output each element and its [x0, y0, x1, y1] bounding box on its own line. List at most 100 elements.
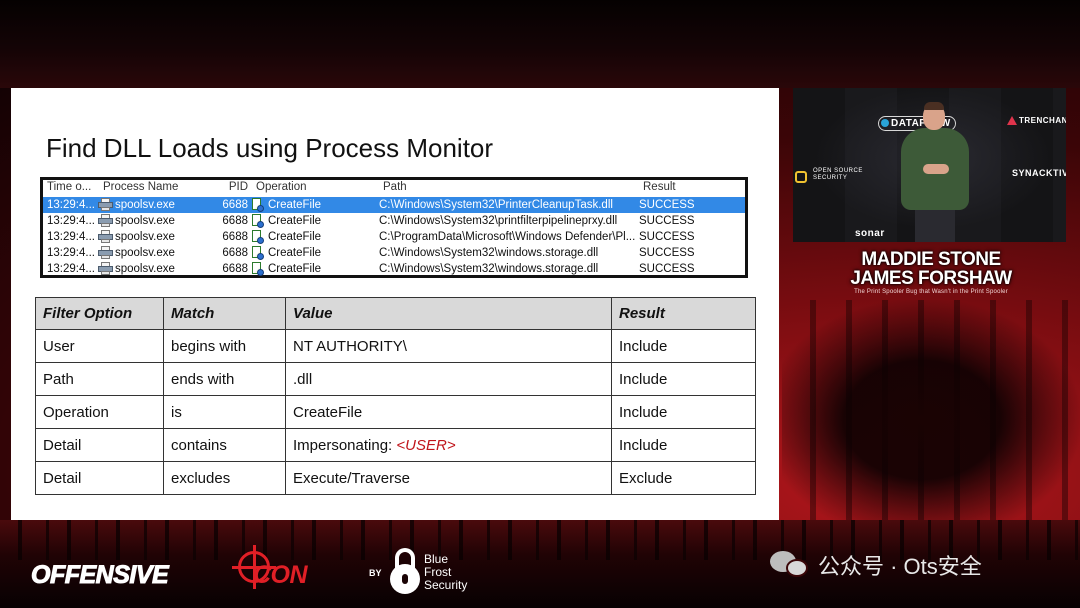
filter-value-text: .dll — [293, 370, 313, 388]
filter-value-cell: NT AUTHORITY\ — [285, 329, 612, 363]
filter-option-cell: Operation — [35, 395, 164, 429]
sponsor-logo-open-source-security: OPEN SOURCE SECURITY — [795, 168, 873, 183]
path-cell: C:\Windows\System32\windows.storage.dll — [379, 263, 599, 275]
printer-icon — [98, 246, 115, 260]
filter-result-cell: Include — [611, 329, 756, 363]
procmon-row[interactable]: 13:29:4... spoolsv.exe 6688 CreateFile C… — [43, 213, 745, 229]
wechat-icon — [770, 551, 810, 579]
col-header-process-name[interactable]: Process Name — [103, 181, 203, 193]
file-system-icon — [251, 198, 266, 212]
table-row: Detail excludes Execute/Traverse Exclude — [35, 461, 756, 495]
procmon-row[interactable]: 13:29:4... spoolsv.exe 6688 CreateFile C… — [43, 197, 745, 213]
by-label: BY — [369, 568, 382, 578]
filter-result-cell: Include — [611, 362, 756, 396]
process-name-cell: spoolsv.exe — [115, 263, 175, 275]
printer-icon — [98, 230, 115, 244]
logo-word-offensive: OFFENSIVE — [30, 561, 169, 590]
result-cell: SUCCESS — [639, 231, 695, 243]
printer-icon — [98, 262, 115, 276]
pid-cell: 6688 — [222, 263, 248, 275]
process-name-cell: spoolsv.exe — [115, 247, 175, 259]
user-placeholder-tag: <USER> — [396, 436, 456, 454]
path-cell: C:\Windows\System32\windows.storage.dll — [379, 247, 599, 259]
filter-value-cell: CreateFile — [285, 395, 612, 429]
filter-value-text: Execute/Traverse — [293, 469, 410, 487]
process-name-cell: spoolsv.exe — [115, 215, 175, 227]
pid-cell: 6688 — [222, 199, 248, 211]
background-figure-shadow — [782, 300, 1080, 525]
col-header-operation[interactable]: Operation — [256, 181, 346, 193]
time-cell: 13:29:4... — [47, 231, 95, 243]
pid-cell: 6688 — [222, 215, 248, 227]
printer-icon — [98, 214, 115, 228]
time-cell: 13:29:4... — [47, 263, 95, 275]
padlock-icon — [388, 548, 424, 598]
watermark-text: 公众号 · Ots安全 — [818, 554, 982, 579]
filter-value-cell: Impersonating: <USER> — [285, 428, 612, 462]
speaker-name: JAMES FORSHAW — [850, 268, 1012, 289]
file-system-icon — [251, 214, 266, 228]
filter-header-match: Match — [163, 297, 286, 330]
talk-title: The Print Spooler Bug that Wasn't in the… — [854, 289, 1008, 295]
filter-header-option: Filter Option — [35, 297, 164, 330]
speaker-names: MADDIE STONE JAMES FORSHAW The Print Spo… — [793, 250, 1069, 295]
filter-option-cell: Path — [35, 362, 164, 396]
filter-value-text: CreateFile — [293, 403, 363, 421]
filter-option-cell: Detail — [35, 461, 164, 495]
time-cell: 13:29:4... — [47, 215, 95, 227]
col-header-time[interactable]: Time o... — [47, 181, 97, 193]
path-cell: C:\Windows\System32\printfilterpipelinep… — [379, 215, 618, 227]
procmon-row[interactable]: 13:29:4... spoolsv.exe 6688 CreateFile C… — [43, 229, 745, 245]
path-cell: C:\Windows\System32\PrinterCleanupTask.d… — [379, 199, 613, 211]
time-cell: 13:29:4... — [47, 247, 95, 259]
filter-value-cell: Execute/Traverse — [285, 461, 612, 495]
filter-table-header: Filter Option Match Value Result — [35, 297, 756, 330]
table-row: User begins with NT AUTHORITY\ Include — [35, 329, 756, 363]
operation-cell: CreateFile — [268, 263, 322, 275]
logo-word-con: CON — [253, 561, 308, 589]
operation-cell: CreateFile — [268, 199, 322, 211]
filter-result-cell: Include — [611, 428, 756, 462]
table-row: Path ends with .dll Include — [35, 362, 756, 396]
filter-match-cell: ends with — [163, 362, 286, 396]
procmon-row[interactable]: 13:29:4... spoolsv.exe 6688 CreateFile C… — [43, 261, 745, 277]
background-top — [0, 0, 1080, 88]
speaker-name: MADDIE STONE — [861, 249, 1001, 270]
col-header-pid[interactable]: PID — [203, 181, 248, 193]
col-header-path[interactable]: Path — [383, 181, 641, 193]
file-system-icon — [251, 230, 266, 244]
sponsor-logo-synacktiv: SYNACKTIV — [1012, 168, 1066, 178]
printer-icon — [98, 198, 115, 212]
file-system-icon — [251, 246, 266, 260]
filter-header-result: Result — [611, 297, 756, 330]
filter-match-cell: begins with — [163, 329, 286, 363]
result-cell: SUCCESS — [639, 263, 695, 275]
filter-value-cell: .dll — [285, 362, 612, 396]
file-system-icon — [251, 262, 266, 276]
sponsor-logo-trenchant: TRENCHANT — [1007, 116, 1066, 125]
process-name-cell: spoolsv.exe — [115, 199, 175, 211]
filter-value-text: Impersonating: — [293, 436, 397, 454]
table-row: Operation is CreateFile Include — [35, 395, 756, 429]
pid-cell: 6688 — [222, 231, 248, 243]
col-header-result[interactable]: Result — [643, 181, 733, 193]
filter-match-cell: contains — [163, 428, 286, 462]
procmon-event-list: Time o... Process Name PID Operation Pat… — [40, 177, 748, 278]
result-cell: SUCCESS — [639, 215, 695, 227]
speaker-figure — [893, 102, 977, 242]
path-cell: C:\ProgramData\Microsoft\Windows Defende… — [379, 231, 636, 243]
result-cell: SUCCESS — [639, 199, 695, 211]
slide-title: Find DLL Loads using Process Monitor — [46, 133, 494, 163]
speaker-video: DATAFLOW TRENCHANT OPEN SOURCE SECURITY … — [793, 88, 1066, 242]
sponsor-logo-sonar: sonar — [855, 228, 885, 239]
filter-match-cell: is — [163, 395, 286, 429]
filter-result-cell: Exclude — [611, 461, 756, 495]
filter-table: Filter Option Match Value Result User be… — [35, 297, 756, 495]
operation-cell: CreateFile — [268, 215, 322, 227]
filter-match-cell: excludes — [163, 461, 286, 495]
process-name-cell: spoolsv.exe — [115, 231, 175, 243]
watermark: 公众号 · Ots安全 — [770, 550, 982, 580]
operation-cell: CreateFile — [268, 231, 322, 243]
filter-result-cell: Include — [611, 395, 756, 429]
procmon-row[interactable]: 13:29:4... spoolsv.exe 6688 CreateFile C… — [43, 245, 745, 261]
